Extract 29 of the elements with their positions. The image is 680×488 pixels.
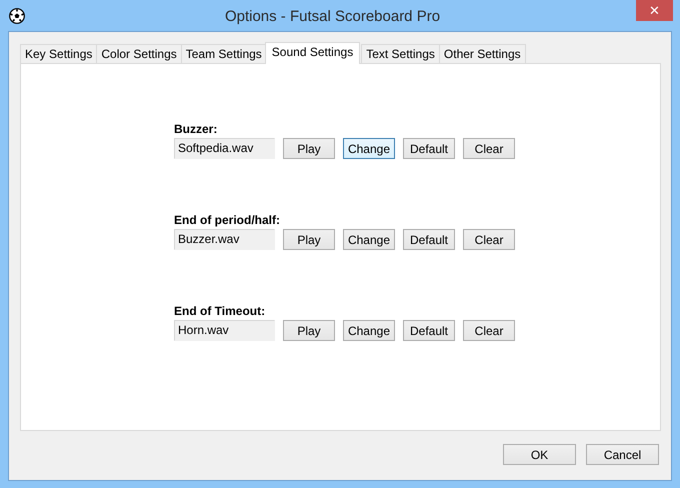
- sound-button[interactable]: Change: [343, 229, 395, 250]
- settings-tab[interactable]: Team Settings: [180, 44, 267, 63]
- sound-button[interactable]: Clear: [463, 138, 515, 159]
- sound-button[interactable]: Default: [403, 229, 455, 250]
- window-title: Options - Futsal Scoreboard Pro: [224, 7, 442, 25]
- settings-tab[interactable]: Color Settings: [96, 44, 182, 63]
- dialog-button[interactable]: Cancel: [586, 444, 659, 465]
- sound-button[interactable]: Play: [283, 229, 335, 250]
- sound-label: End of Timeout:: [174, 304, 266, 318]
- settings-tab[interactable]: Sound Settings: [264, 42, 360, 64]
- file-field[interactable]: Softpedia.wav: [174, 138, 275, 159]
- settings-tab[interactable]: Text Settings: [361, 44, 440, 63]
- sound-label: Buzzer:: [174, 122, 218, 136]
- soccer-ball-icon: [9, 8, 25, 24]
- sound-button[interactable]: Play: [283, 138, 335, 159]
- sound-button[interactable]: Clear: [463, 320, 515, 341]
- sound-button[interactable]: Default: [403, 138, 455, 159]
- file-field[interactable]: Buzzer.wav: [174, 229, 275, 250]
- close-button[interactable]: ✕: [636, 0, 673, 21]
- dialog-button[interactable]: OK: [503, 444, 576, 465]
- sound-button[interactable]: Default: [403, 320, 455, 341]
- sound-button[interactable]: Clear: [463, 229, 515, 250]
- settings-tab[interactable]: Other Settings: [438, 44, 526, 63]
- sound-button[interactable]: Change: [343, 320, 395, 341]
- sound-button[interactable]: Play: [283, 320, 335, 341]
- settings-tab[interactable]: Key Settings: [20, 44, 98, 63]
- file-field[interactable]: Horn.wav: [174, 320, 275, 341]
- sound-label: End of period/half:: [174, 213, 280, 227]
- sound-button[interactable]: Change: [343, 138, 395, 159]
